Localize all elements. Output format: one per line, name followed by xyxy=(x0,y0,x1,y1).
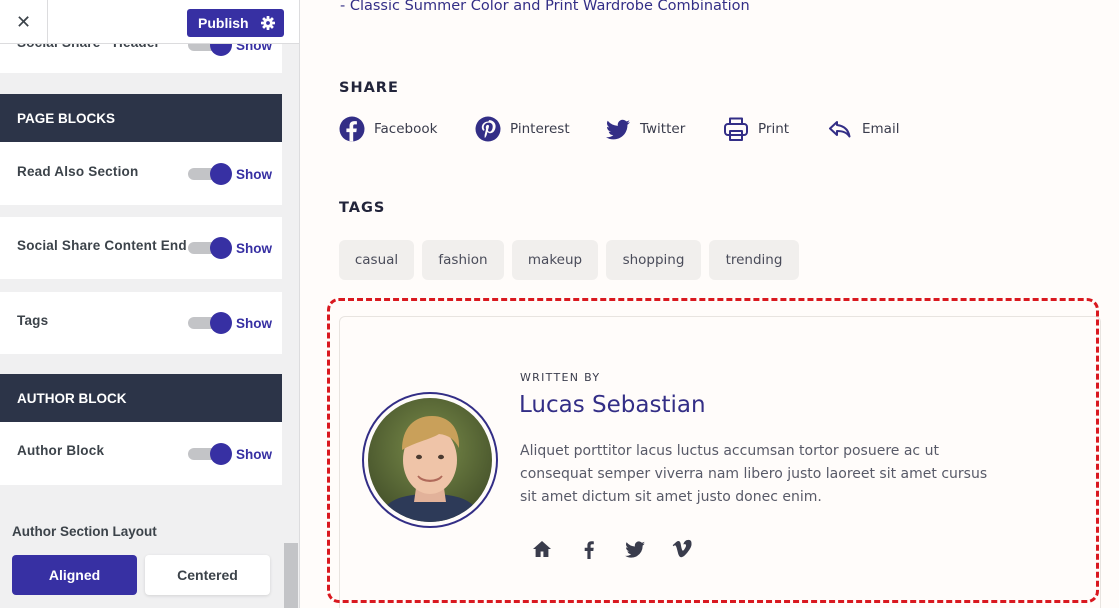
share-print[interactable]: Print xyxy=(723,116,789,142)
written-by-label: WRITTEN BY xyxy=(520,371,601,384)
toggle-state-text: Show xyxy=(236,447,272,462)
row-label: Tags xyxy=(17,313,49,328)
customizer-sidebar: Social Share - Header Show PAGE BLOCKS R… xyxy=(0,0,300,608)
tags-heading: TAGS xyxy=(339,200,386,216)
toggle-state-text: Show xyxy=(236,241,272,256)
tags-toggle[interactable] xyxy=(188,312,232,334)
tag-link[interactable]: makeup xyxy=(512,240,598,280)
sidebar-scrollbar[interactable] xyxy=(284,543,298,608)
share-label: Twitter xyxy=(640,121,686,137)
toggle-state-text: Show xyxy=(236,316,272,331)
print-icon xyxy=(724,117,748,141)
author-avatar xyxy=(362,392,498,528)
home-icon[interactable] xyxy=(531,538,553,560)
tag-link[interactable]: trending xyxy=(709,240,799,280)
tag-link[interactable]: casual xyxy=(339,240,414,280)
tag-link[interactable]: fashion xyxy=(422,240,504,280)
author-bio: Aliquet porttitor lacus luctus accumsan … xyxy=(520,443,988,505)
site-preview: - Classic Summer Color and Print Wardrob… xyxy=(300,0,1119,608)
author-name[interactable]: Lucas Sebastian xyxy=(519,392,706,418)
layout-aligned-button[interactable]: Aligned xyxy=(12,555,137,595)
settings-row: Tags Show xyxy=(0,292,282,354)
share-label: Pinterest xyxy=(510,121,570,137)
share-label: Facebook xyxy=(374,121,438,137)
settings-row: Social Share Content End Show xyxy=(0,217,282,279)
layout-centered-button[interactable]: Centered xyxy=(145,555,270,595)
twitter-icon xyxy=(606,119,630,140)
share-label: Email xyxy=(862,121,900,137)
author-block-toggle[interactable] xyxy=(188,443,232,465)
row-label: Read Also Section xyxy=(17,164,139,179)
facebook-icon xyxy=(339,116,365,142)
row-label: Author Block xyxy=(17,443,105,458)
close-icon[interactable]: ✕ xyxy=(0,0,48,44)
gear-icon[interactable] xyxy=(260,15,276,31)
pinterest-icon xyxy=(475,116,501,142)
settings-row: Author Block Show xyxy=(0,422,282,485)
customizer-header: ✕ Publish xyxy=(0,0,299,44)
settings-row: Read Also Section Show xyxy=(0,142,282,205)
row-label: Social Share Content End xyxy=(17,238,187,253)
share-twitter[interactable]: Twitter xyxy=(605,116,685,142)
tag-link[interactable]: shopping xyxy=(606,240,701,280)
share-label: Print xyxy=(758,121,790,137)
publish-button[interactable]: Publish xyxy=(187,9,284,37)
section-heading-page-blocks: PAGE BLOCKS xyxy=(0,94,282,142)
toggle-state-text: Show xyxy=(236,167,272,182)
social-share-content-end-toggle[interactable] xyxy=(188,237,232,259)
related-post-link[interactable]: - Classic Summer Color and Print Wardrob… xyxy=(340,0,750,14)
twitter-icon[interactable] xyxy=(624,538,646,560)
facebook-icon[interactable] xyxy=(578,538,600,560)
share-heading: SHARE xyxy=(339,80,399,96)
publish-label: Publish xyxy=(198,15,249,31)
section-heading-author-block: AUTHOR BLOCK xyxy=(0,374,282,422)
read-also-toggle[interactable] xyxy=(188,163,232,185)
email-icon xyxy=(829,121,851,138)
share-pinterest[interactable]: Pinterest xyxy=(475,116,570,142)
vimeo-icon[interactable] xyxy=(671,538,693,560)
share-email[interactable]: Email xyxy=(827,116,899,142)
share-facebook[interactable]: Facebook xyxy=(339,116,437,142)
author-layout-label: Author Section Layout xyxy=(12,524,157,539)
